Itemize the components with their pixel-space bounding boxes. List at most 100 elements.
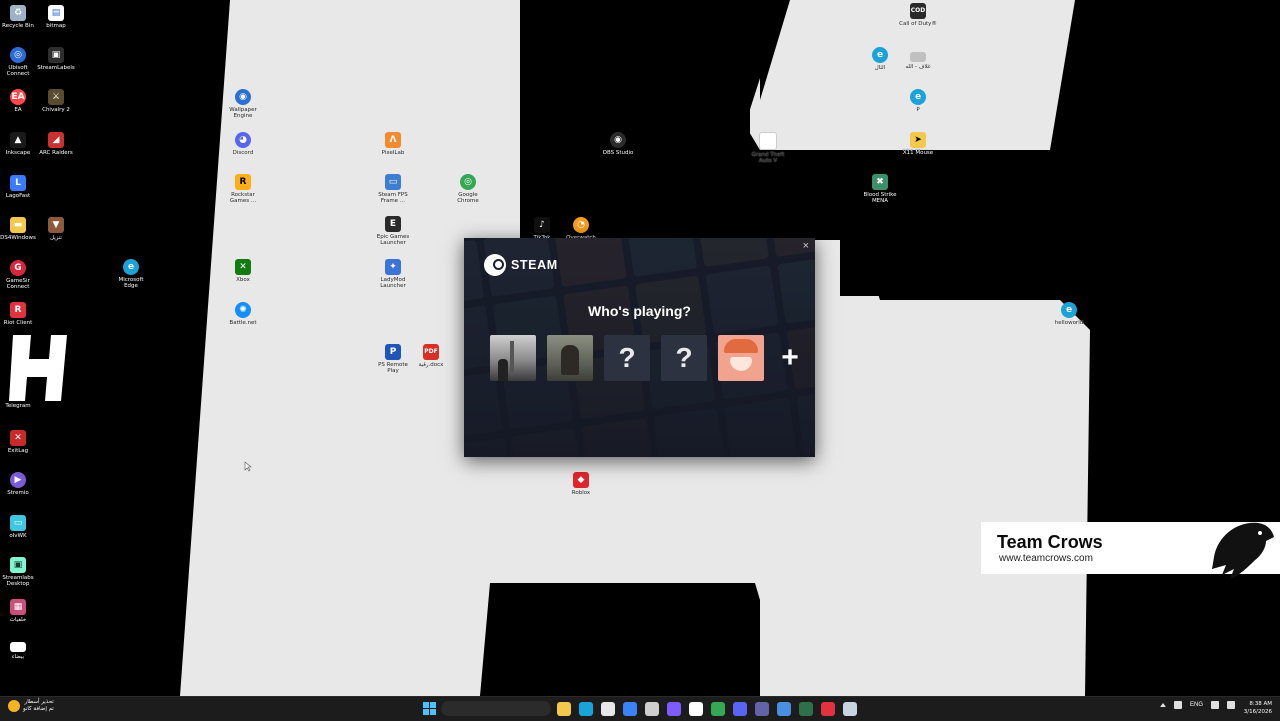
network-icon[interactable]	[1211, 701, 1220, 709]
file-icon	[759, 132, 777, 150]
desktop-icon-gamesir[interactable]: G GameSir Connect	[0, 260, 38, 290]
desktop-icon-telegram[interactable]: Telegram	[0, 403, 38, 409]
app-icon[interactable]	[777, 702, 791, 716]
profile-unknown-2[interactable]: ?	[661, 335, 707, 381]
system-tray: ENG	[1160, 701, 1236, 709]
microphone-icon[interactable]	[1174, 701, 1182, 709]
pdf-icon: PDF	[423, 344, 439, 360]
desktop-icon-blank[interactable]: بيضاء	[0, 642, 38, 660]
desktop-icon-gta5[interactable]: Grand Theft Auto V	[748, 132, 788, 164]
desktop-icon-wallpaper-engine[interactable]: ◉ Wallpaper Engine	[223, 89, 263, 119]
desktop-icon-stremio[interactable]: ▶ Stremio	[0, 472, 38, 496]
streamlabels-icon: ▣	[48, 47, 64, 63]
chevron-up-icon[interactable]	[1160, 703, 1166, 707]
desktop-icon-edge-p[interactable]: eP	[898, 89, 938, 113]
hasnam-logo-icon[interactable]	[9, 333, 69, 403]
desktop-icon-ladymod[interactable]: ✦ LadyMod Launcher	[373, 259, 413, 289]
file-explorer-icon[interactable]	[557, 702, 571, 716]
desktop-icon-olvwk[interactable]: ▭ olvWK	[0, 515, 38, 539]
desktop-icon-tanzil[interactable]: ▼ تنزيل	[36, 217, 76, 241]
desktop-icon-discord[interactable]: ◕ Discord	[223, 132, 263, 156]
desktop-icon-pixellab[interactable]: Λ PixelLab	[373, 132, 413, 156]
desktop-icon-epic-games[interactable]: E Epic Games Launcher	[373, 216, 413, 246]
folder-icon: ▬	[10, 217, 26, 233]
edge-icon: e	[872, 47, 888, 63]
app-icon: ▭	[385, 174, 401, 190]
language-indicator[interactable]: ENG	[1190, 702, 1203, 708]
desktop-icon-streamlabs[interactable]: ▣ Streamlabs Desktop	[0, 557, 38, 587]
stremio-icon: ▶	[10, 472, 26, 488]
desktop-icon-chrome[interactable]: ◎ Google Chrome	[448, 174, 488, 204]
desktop-icon-ps-remote-play[interactable]: P PS Remote Play	[373, 344, 413, 374]
steam-icon[interactable]	[843, 702, 857, 716]
desktop-icon-helloworld[interactable]: e helloworld	[1049, 302, 1089, 326]
app-icon: ▼	[48, 217, 64, 233]
desktop-icon-rockstar[interactable]: R Rockstar Games ...	[223, 174, 263, 204]
desktop-icon-ds4windows[interactable]: ▬ DS4Windows	[0, 217, 38, 241]
banner-title: Team Crows	[997, 532, 1103, 552]
notification-widget[interactable]: تحذير أسطار تم إضافة كانو	[8, 699, 54, 713]
store-icon[interactable]	[601, 702, 615, 716]
terminal-icon[interactable]	[799, 702, 813, 716]
desktop-icon-roblox[interactable]: ◆ Roblox	[561, 472, 601, 496]
desktop-icon-chivalry[interactable]: ⚔ Chivalry 2	[36, 89, 76, 113]
desktop-icon-microsoft-edge[interactable]: e Microsoft Edge	[111, 259, 151, 289]
warning-icon	[8, 700, 20, 712]
desktop-icon-call-of-duty[interactable]: COD Call of Duty®	[898, 3, 938, 27]
desktop-icon-ubisoft[interactable]: ◎ Ubisoft Connect	[0, 47, 38, 77]
crow-logo-icon	[1212, 522, 1274, 579]
start-button[interactable]	[423, 702, 436, 715]
discord-icon: ◕	[235, 132, 251, 148]
edge-icon[interactable]	[579, 702, 593, 716]
desktop-icon-lagofast[interactable]: L LagoFast	[0, 175, 38, 199]
profile-avatar-anime[interactable]	[718, 335, 764, 381]
desktop-icon-recycle-bin[interactable]: ♻ Recycle Bin	[0, 5, 38, 29]
edge-icon: e	[910, 89, 926, 105]
clock[interactable]: 8:38 AM 3/16/2026	[1240, 700, 1272, 716]
desktop-icon-arc-raiders[interactable]: ◢ ARC Raiders	[36, 132, 76, 156]
desktop-icon-xbox[interactable]: ✕ Xbox	[223, 259, 263, 283]
profile-unknown-1[interactable]: ?	[604, 335, 650, 381]
desktop-icon-wallpapers[interactable]: ▦ خلفيات	[0, 599, 38, 623]
dialog-title: Who's playing?	[588, 303, 691, 319]
mail-icon[interactable]	[623, 702, 637, 716]
add-profile-button[interactable]: +	[775, 335, 805, 381]
tiktok-icon[interactable]	[689, 702, 703, 716]
desktop-icon-streamlabels[interactable]: ▣ StreamLabels	[36, 47, 76, 71]
xbox-icon: ✕	[235, 259, 251, 275]
arc-raiders-icon: ◢	[48, 132, 64, 148]
gamesir-icon: G	[10, 260, 26, 276]
volume-icon[interactable]	[1227, 701, 1236, 709]
teams-icon[interactable]	[755, 702, 769, 716]
app-icon	[910, 52, 926, 62]
desktop-icon-blood-strike[interactable]: ✖ Blood Strike MENA	[860, 174, 900, 204]
inkscape-icon: ▲	[10, 132, 26, 148]
app-icon[interactable]	[645, 702, 659, 716]
desktop-icon-battlenet[interactable]: ✺ Battle.net	[223, 302, 263, 326]
chrome-icon[interactable]	[711, 702, 725, 716]
desktop-icon-steam-fps[interactable]: ▭ Steam FPS Frame ...	[373, 174, 413, 204]
discord-icon[interactable]	[733, 702, 747, 716]
close-icon[interactable]: ×	[803, 240, 809, 252]
desktop-icon-riot[interactable]: R Riot Client	[0, 302, 38, 326]
desktop-icon-bitmap[interactable]: ▤ bitmap	[36, 5, 76, 29]
recycle-bin-icon: ♻	[10, 5, 26, 21]
desktop-icon-pdf-file[interactable]: PDF رقية.docx	[411, 344, 451, 368]
app-icon[interactable]	[821, 702, 835, 716]
steam-profile-dialog: × STEAM Who's playing? ? ? +	[464, 238, 815, 457]
edge-icon: e	[123, 259, 139, 275]
desktop-icon-x11-mouse[interactable]: ➤ X11 Mouse	[898, 132, 938, 156]
desktop-icon-exitlag[interactable]: ✕ ExitLag	[0, 430, 38, 454]
desktop-icon-obs[interactable]: ◉ OBS Studio	[598, 132, 638, 156]
roblox-icon: ◆	[573, 472, 589, 488]
controller-icon[interactable]	[667, 702, 681, 716]
profile-avatar-1[interactable]	[490, 335, 536, 381]
desktop-icon-shortcut[interactable]: غلاف - الله	[898, 52, 938, 70]
profile-avatar-2[interactable]	[547, 335, 593, 381]
epic-icon: E	[385, 216, 401, 232]
taskbar-search-box[interactable]	[441, 701, 551, 716]
desktop-icon-inkscape[interactable]: ▲ Inkscape	[0, 132, 38, 156]
desktop-icon-edge-shortcut[interactable]: e الثال	[860, 47, 900, 71]
desktop-icon-ea[interactable]: EA EA	[0, 89, 38, 113]
ladymod-icon: ✦	[385, 259, 401, 275]
